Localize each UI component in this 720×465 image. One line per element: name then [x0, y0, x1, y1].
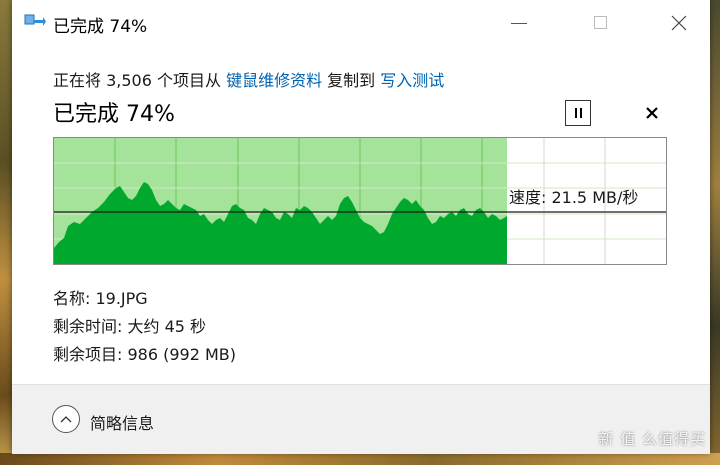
- file-copy-icon: [24, 14, 46, 26]
- copy-progress-dialog: 已完成 74% 正在将 3,506 个项目从 键鼠维修资料 复制到 写入测试 已…: [12, 0, 710, 454]
- pause-button[interactable]: [565, 100, 591, 126]
- current-file-name: 名称: 19.JPG: [53, 289, 148, 308]
- fewer-details-label[interactable]: 简略信息: [90, 410, 154, 434]
- source-folder-link[interactable]: 键鼠维修资料: [226, 71, 322, 90]
- copy-prefix: 正在将 3,506 个项目从: [53, 71, 227, 90]
- items-remaining: 剩余项目: 986 (992 MB): [53, 345, 236, 364]
- chevron-up-icon: [60, 416, 72, 423]
- time-remaining: 剩余时间: 大约 45 秒: [53, 317, 207, 336]
- close-window-button[interactable]: [656, 0, 702, 46]
- destination-folder-link[interactable]: 写入测试: [380, 71, 444, 90]
- desktop-background-left: [0, 0, 12, 465]
- window-title: 已完成 74%: [53, 17, 148, 37]
- watermark-text: 新 值 么值得买: [598, 430, 706, 448]
- title-bar[interactable]: 已完成 74%: [12, 0, 710, 46]
- close-icon: [671, 15, 687, 31]
- progress-percent-title: 已完成 74%: [53, 102, 175, 127]
- pause-icon-bar-right: [580, 108, 582, 118]
- speed-label: 速度: 21.5 MB/秒: [509, 188, 639, 207]
- minimize-button[interactable]: [497, 0, 543, 46]
- copy-middle: 复制到: [322, 71, 381, 90]
- copy-description: 正在将 3,506 个项目从 键鼠维修资料 复制到 写入测试: [53, 67, 444, 91]
- pause-icon-bar-left: [575, 108, 577, 118]
- desktop-background-right: [710, 0, 720, 465]
- cancel-copy-button[interactable]: [642, 103, 662, 123]
- maximize-button[interactable]: [577, 0, 623, 46]
- collapse-details-button[interactable]: [52, 405, 80, 433]
- desktop-background-bottom: [0, 453, 720, 465]
